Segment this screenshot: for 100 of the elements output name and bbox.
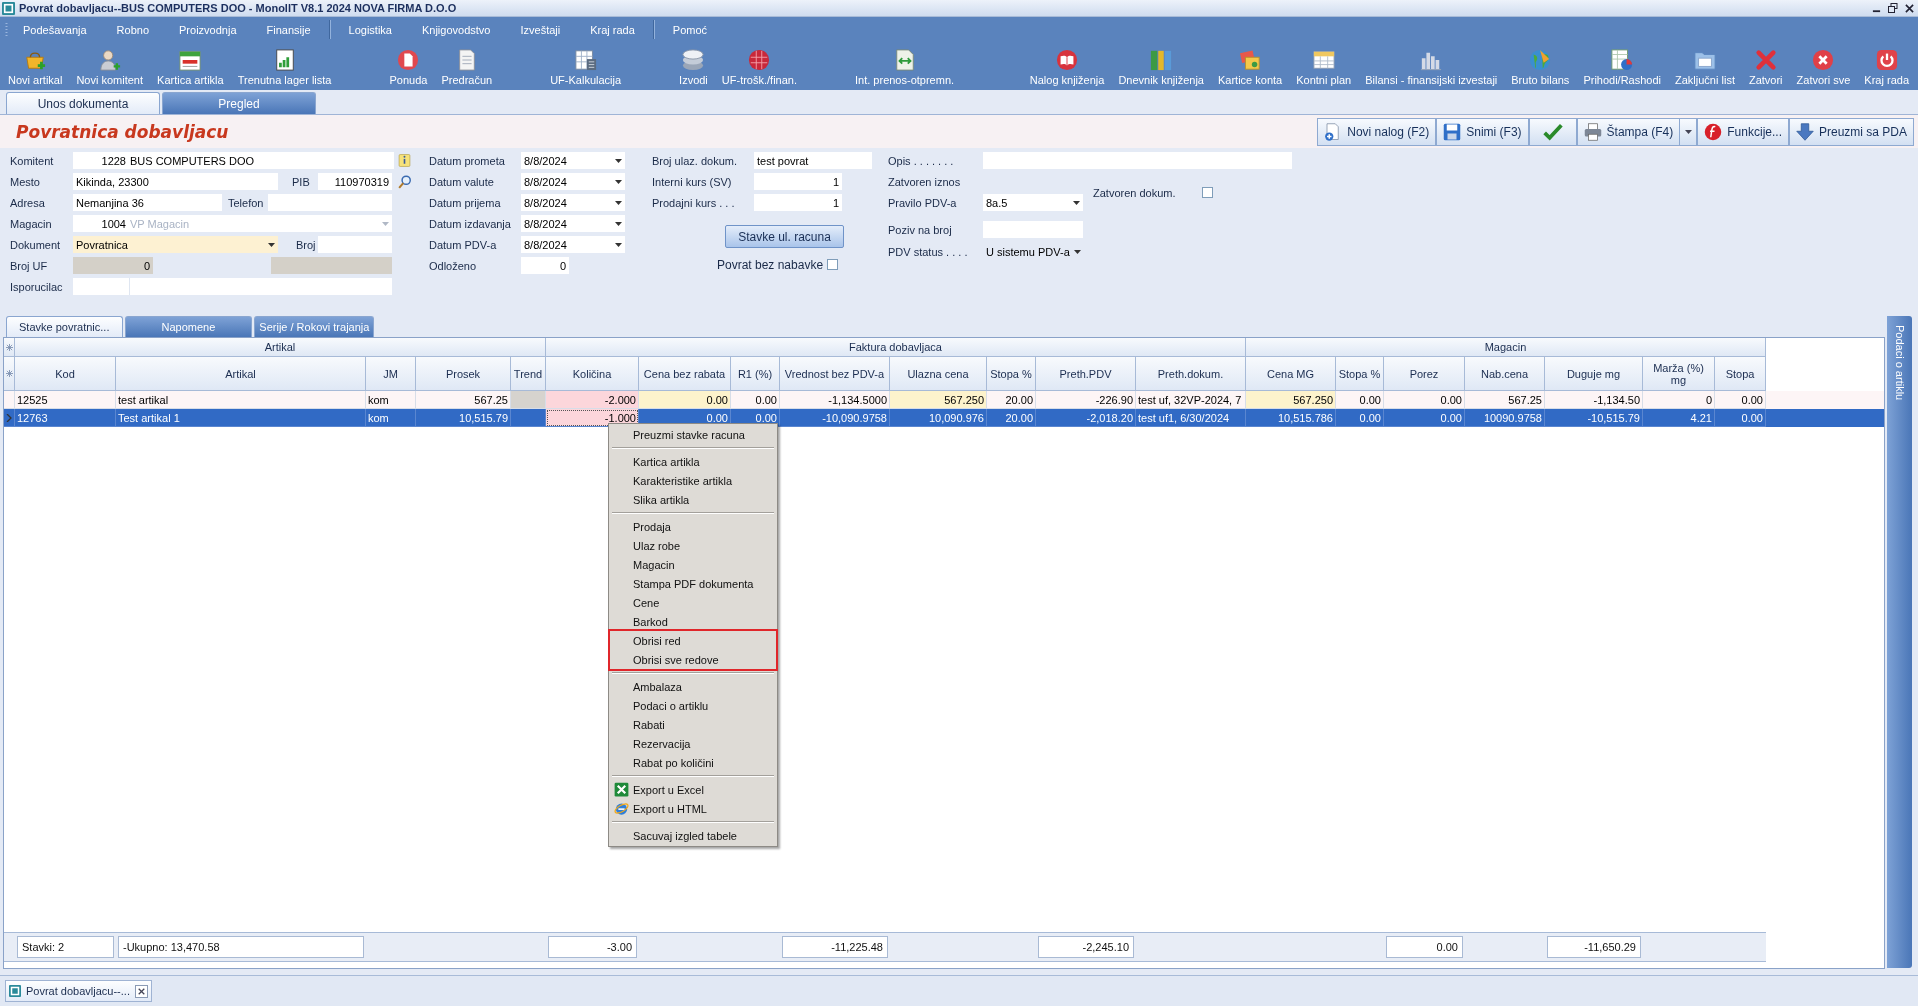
menu-item[interactable]: Pomoć (657, 20, 723, 39)
date-dropdown[interactable]: 8/8/2024 (521, 215, 625, 232)
toolbar-button[interactable]: Kontni plan (1289, 42, 1359, 90)
text-field[interactable]: 0 (521, 257, 569, 274)
toolbar-button[interactable]: Bilansi - finansijski izvestaji (1358, 42, 1505, 90)
toolbar-button[interactable]: Trenutna lager lista (230, 42, 339, 90)
column-header[interactable]: Preth.dokum. (1136, 357, 1246, 391)
column-header[interactable]: Kod (15, 357, 116, 391)
menu-item[interactable]: Podešavanja (8, 20, 102, 39)
column-header[interactable]: Stopa (1715, 357, 1766, 391)
text-field[interactable]: Kikinda, 23300 (73, 173, 278, 190)
toolbar-button[interactable]: UF-trošk./finan. (714, 42, 804, 90)
menu-item[interactable]: Podaci o artiklu (610, 696, 776, 715)
column-header[interactable]: Preth.PDV (1036, 357, 1136, 391)
text-field[interactable]: test povrat (754, 152, 872, 169)
column-header[interactable]: Stopa % (987, 357, 1036, 391)
menu-item[interactable]: Barkod (610, 612, 776, 631)
menu-item[interactable]: Knjigovodstvo (406, 20, 506, 39)
menu-item[interactable]: Slika artikla (610, 490, 776, 509)
toolbar-button[interactable]: Kartice konta (1211, 42, 1290, 90)
column-header[interactable]: R1 (%) (731, 357, 780, 391)
column-header[interactable]: Stopa % (1336, 357, 1384, 391)
toolbar-button[interactable]: Nalog knjiženja (1022, 42, 1112, 90)
tab[interactable]: Serije / Rokovi trajanja (254, 316, 375, 337)
column-header[interactable]: Vrednost bez PDV-a (780, 357, 890, 391)
taskbar-tab[interactable]: Povrat dobavljacu--... (5, 980, 152, 1002)
menu-item[interactable]: Izveštaji (505, 20, 576, 39)
text-field[interactable]: 1 (754, 194, 842, 211)
toolbar-button[interactable]: Bruto bilans (1504, 42, 1577, 90)
column-header[interactable]: Nab.cena (1465, 357, 1545, 391)
text-field[interactable]: Nemanjina 36 (73, 194, 222, 211)
input-field[interactable] (318, 236, 392, 253)
menu-item[interactable]: Proizvodnja (164, 20, 252, 39)
toolbar-button[interactable]: Int. prenos-otpremn. (848, 42, 962, 90)
column-header[interactable]: Artikal (116, 357, 366, 391)
dropdown-field[interactable]: U sistemu PDV-a (983, 243, 1083, 260)
menu-item[interactable]: Ambalaza (610, 677, 776, 696)
column-header[interactable]: Trend (511, 357, 546, 391)
input-field[interactable] (983, 152, 1292, 169)
restore-icon[interactable] (1888, 3, 1898, 13)
date-dropdown[interactable]: 8/8/2024 (521, 173, 625, 190)
toolbar-button[interactable]: Prihodi/Rashodi (1576, 42, 1669, 90)
menu-item[interactable]: Ulaz robe (610, 536, 776, 555)
column-header[interactable]: Porez (1384, 357, 1465, 391)
confirm-button[interactable] (1528, 117, 1577, 146)
name-field[interactable] (129, 278, 392, 295)
date-dropdown[interactable]: 8/8/2024 (521, 152, 625, 169)
column-header[interactable]: Količina (546, 357, 639, 391)
menu-item[interactable]: Kartica artikla (610, 452, 776, 471)
menu-item[interactable]: Export u HTML (610, 799, 776, 818)
toolbar-button[interactable]: Kraj rada (1857, 42, 1916, 90)
toolbar-button[interactable]: Dnevnik knjiženja (1111, 42, 1211, 90)
menu-item[interactable]: Magacin (610, 555, 776, 574)
menu-item[interactable]: Rabat po količini (610, 753, 776, 772)
menu-item[interactable]: Kraj rada (575, 20, 650, 39)
input-field[interactable] (983, 221, 1083, 238)
table-row[interactable]: 12525 test artikal kom 567.25 -2.000 0.00 0.00 -1,134.5000 567.250 20.00 -226.90 test uf, 32VP-2024, 7 567.250 0.00 0.00 567.25 -1,134.50 0 0.00 (4, 391, 1884, 409)
client-field[interactable]: 1228 BUS COMPUTERS DOO (73, 152, 394, 169)
toolbar-button[interactable]: Novi artikal (1, 42, 70, 90)
menu-item[interactable]: Stampa PDF dokumenta (610, 574, 776, 593)
column-header[interactable]: Ulazna cena (890, 357, 987, 391)
checkbox[interactable] (827, 259, 839, 270)
toolbar-button[interactable]: Novi komitent (69, 42, 151, 90)
action-button[interactable]: Preuzmi sa PDA (1788, 117, 1914, 146)
menu-item[interactable]: Preuzmi stavke racuna (610, 425, 776, 444)
menu-item[interactable]: Rezervacija (610, 734, 776, 753)
menu-item[interactable]: Export u Excel (610, 780, 776, 799)
menu-item[interactable]: Sacuvaj izgled tabele (610, 826, 776, 845)
menu-item[interactable]: Cene (610, 593, 776, 612)
action-button[interactable]: Štampa (F4) (1576, 117, 1681, 146)
menu-item[interactable]: Logistika (333, 20, 407, 39)
menu-item[interactable]: Rabati (610, 715, 776, 734)
toolbar-button[interactable]: Predračun (434, 42, 500, 90)
print-menu-button[interactable] (1680, 117, 1698, 146)
menu-item[interactable]: Prodaja (610, 517, 776, 536)
column-header[interactable]: Marža (%) mg (1643, 357, 1715, 391)
column-header[interactable]: Cena MG (1246, 357, 1336, 391)
column-header[interactable]: JM (366, 357, 416, 391)
date-dropdown[interactable]: 8/8/2024 (521, 194, 625, 211)
items-button[interactable]: Stavke ul. racuna (725, 225, 844, 248)
toolbar-button[interactable]: Kartica artikla (150, 42, 231, 90)
column-header[interactable]: Prosek (416, 357, 511, 391)
text-field[interactable]: 110970319 (318, 173, 392, 190)
close-tab-button[interactable] (134, 984, 148, 998)
search-icon[interactable] (398, 174, 412, 189)
dropdown-field[interactable]: 8a.5 (983, 194, 1083, 211)
column-header[interactable]: Cena bez rabata (639, 357, 731, 391)
action-button[interactable]: Snimi (F3) (1436, 117, 1529, 146)
toolbar-button[interactable]: Zatvori sve (1789, 42, 1858, 90)
tab[interactable]: Pregled (162, 92, 316, 114)
table-row[interactable]: 12763 Test artikal 1 kom 10,515.79 -1.000 0.00 0.00 -10,090.9758 10,090.976 20.00 -2,018.20 test uf1, 6/30/2024 10,515.786 0.00 0.00 10090.9758 -10,515.79 4.21 0.00 (4, 409, 1884, 427)
date-dropdown[interactable]: 8/8/2024 (521, 236, 625, 253)
code-field[interactable] (73, 278, 129, 295)
text-field[interactable]: 1 (754, 173, 842, 190)
tab[interactable]: Unos dokumenta (6, 92, 160, 114)
toolbar-button[interactable]: Izvodi (672, 42, 715, 90)
input-field[interactable] (268, 194, 392, 211)
tab[interactable]: Stavke povratnic... (6, 316, 123, 337)
action-button[interactable]: Novi nalog (F2) (1317, 117, 1437, 146)
menu-item[interactable]: Finansije (251, 20, 326, 39)
